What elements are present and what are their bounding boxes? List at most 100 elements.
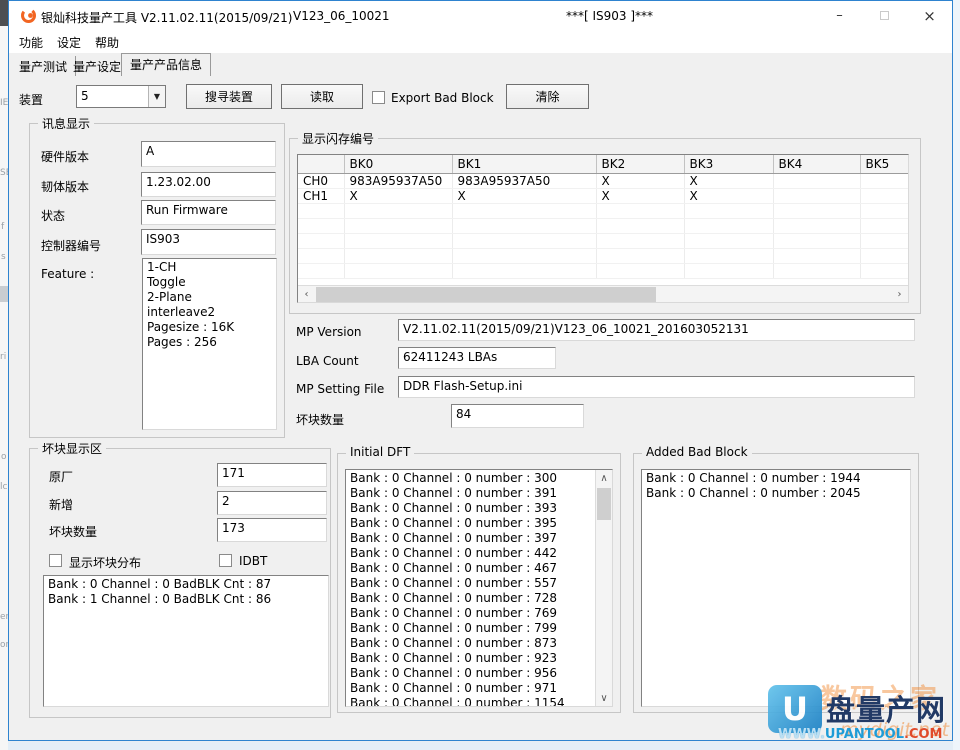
flash-cell: X — [452, 188, 596, 203]
flash-col-header[interactable]: BK1 — [452, 155, 596, 173]
total-bad-field[interactable]: 173 — [217, 518, 327, 542]
flash-col-header[interactable]: BK5 — [860, 155, 908, 173]
flash-col-header[interactable]: BK0 — [344, 155, 452, 173]
dft-item[interactable]: Bank : 0 Channel : 0 number : 397 — [350, 531, 594, 546]
menu-settings[interactable]: 设定 — [57, 34, 81, 51]
bad-block-list-item[interactable]: Bank : 0 Channel : 0 BadBLK Cnt : 87 — [48, 577, 328, 592]
background-window-fragment: or — [0, 640, 8, 650]
flash-id-group-title: 显示闪存编号 — [298, 130, 378, 147]
scroll-right-icon[interactable]: › — [891, 286, 908, 303]
hw-version-field[interactable]: A — [141, 141, 276, 167]
controller-id-field[interactable]: IS903 — [141, 229, 276, 255]
search-device-button[interactable]: 搜寻装置 — [186, 84, 272, 109]
flash-cell: 983A95937A50 — [344, 173, 452, 188]
new-bad-label: 新增 — [49, 496, 73, 513]
added-bad-block-item[interactable]: Bank : 0 Channel : 0 number : 2045 — [646, 486, 910, 501]
bad-block-area-title: 坏块显示区 — [38, 440, 106, 457]
feature-line: Toggle — [147, 275, 276, 290]
flash-h-scrollbar[interactable]: ‹ › — [298, 285, 908, 302]
flash-cell: X — [684, 188, 773, 203]
window-title-controller: ***[ IS903 ]*** — [566, 9, 653, 23]
factory-bad-label: 原厂 — [49, 468, 73, 485]
menu-help[interactable]: 帮助 — [95, 34, 119, 51]
dft-item[interactable]: Bank : 0 Channel : 0 number : 956 — [350, 666, 594, 681]
clear-button[interactable]: 清除 — [506, 84, 589, 109]
read-button[interactable]: 读取 — [281, 84, 363, 109]
dft-item[interactable]: Bank : 0 Channel : 0 number : 442 — [350, 546, 594, 561]
new-bad-field[interactable]: 2 — [217, 491, 327, 515]
background-window-fragment: o — [1, 452, 7, 462]
dft-item[interactable]: Bank : 0 Channel : 0 number : 393 — [350, 501, 594, 516]
flash-id-table: BK0 BK1 BK2 BK3 BK4 BK5 CH0 983A95937A50… — [298, 155, 909, 279]
dft-item[interactable]: Bank : 0 Channel : 0 number : 395 — [350, 516, 594, 531]
feature-list[interactable]: 1-CH Toggle 2-Plane interleave2 Pagesize… — [142, 258, 277, 430]
controller-id-label: 控制器编号 — [41, 237, 101, 254]
dft-item[interactable]: Bank : 0 Channel : 0 number : 971 — [350, 681, 594, 696]
bad-block-list-item[interactable]: Bank : 1 Channel : 0 BadBLK Cnt : 86 — [48, 592, 328, 607]
dft-item[interactable]: Bank : 0 Channel : 0 number : 923 — [350, 651, 594, 666]
mp-version-field[interactable]: V2.11.02.11(2015/09/21)V123_06_10021_201… — [398, 319, 915, 341]
bad-block-count-field[interactable]: 84 — [451, 404, 584, 428]
idbt-label: IDBT — [239, 554, 267, 568]
export-bad-block-label: Export Bad Block — [391, 91, 494, 105]
flash-table-empty-row — [298, 233, 908, 248]
background-bottom-strip — [8, 742, 953, 750]
dft-v-scrollbar[interactable]: ∧ ∨ — [595, 470, 612, 706]
flash-cell — [773, 173, 860, 188]
scroll-left-icon[interactable]: ‹ — [298, 286, 315, 303]
hw-version-label: 硬件版本 — [41, 148, 89, 165]
show-bad-block-distribution-checkbox[interactable] — [49, 554, 62, 567]
bad-block-list[interactable]: Bank : 0 Channel : 0 BadBLK Cnt : 87 Ban… — [43, 575, 329, 707]
flash-col-header[interactable]: BK4 — [773, 155, 860, 173]
fw-version-label: 韧体版本 — [41, 178, 89, 195]
device-select[interactable]: 5 ▼ — [76, 85, 166, 108]
status-field[interactable]: Run Firmware — [141, 200, 276, 225]
export-bad-block-checkbox[interactable] — [372, 91, 385, 104]
dft-item[interactable]: Bank : 0 Channel : 0 number : 557 — [350, 576, 594, 591]
mp-setting-file-field[interactable]: DDR Flash-Setup.ini — [398, 376, 915, 398]
dft-item[interactable]: Bank : 0 Channel : 0 number : 728 — [350, 591, 594, 606]
mp-version-label: MP Version — [296, 325, 362, 339]
flash-row-label: CH0 — [298, 173, 344, 188]
dft-item[interactable]: Bank : 0 Channel : 0 number : 799 — [350, 621, 594, 636]
scroll-up-icon[interactable]: ∧ — [596, 470, 612, 486]
flash-table-row-ch1[interactable]: CH1 X X X X — [298, 188, 908, 203]
dft-item[interactable]: Bank : 0 Channel : 0 number : 769 — [350, 606, 594, 621]
menu-function[interactable]: 功能 — [19, 34, 43, 51]
initial-dft-list[interactable]: Bank : 0 Channel : 0 number : 300 Bank :… — [345, 469, 613, 707]
flash-table-empty-row — [298, 218, 908, 233]
flash-cell: 983A95937A50 — [452, 173, 596, 188]
flash-col-header[interactable]: BK2 — [596, 155, 684, 173]
dft-item[interactable]: Bank : 0 Channel : 0 number : 391 — [350, 486, 594, 501]
dft-item[interactable]: Bank : 0 Channel : 0 number : 1154 — [350, 696, 594, 707]
idbt-checkbox[interactable] — [219, 554, 232, 567]
v-scroll-thumb[interactable] — [597, 488, 611, 520]
added-bad-block-list[interactable]: Bank : 0 Channel : 0 number : 1944 Bank … — [641, 469, 911, 707]
background-window-fragment: er — [0, 612, 8, 622]
feature-label: Feature : — [41, 267, 94, 281]
chevron-down-icon[interactable]: ▼ — [148, 86, 165, 107]
flash-col-header[interactable]: BK3 — [684, 155, 773, 173]
feature-line: interleave2 — [147, 305, 276, 320]
added-bad-block-item[interactable]: Bank : 0 Channel : 0 number : 1944 — [646, 471, 910, 486]
tab-mp-product-info[interactable]: 量产产品信息 — [121, 53, 211, 76]
titlebar[interactable]: 银灿科技量产工具 V2.11.02.11(2015/09/21) V123_06… — [9, 1, 952, 30]
background-window-fragment — [0, 286, 8, 302]
flash-table-row-ch0[interactable]: CH0 983A95937A50 983A95937A50 X X — [298, 173, 908, 188]
dft-item[interactable]: Bank : 0 Channel : 0 number : 300 — [350, 471, 594, 486]
lba-count-field[interactable]: 62411243 LBAs — [398, 347, 556, 369]
flash-col-header[interactable] — [298, 155, 344, 173]
h-scroll-thumb[interactable] — [316, 287, 656, 302]
maximize-button[interactable] — [862, 1, 907, 30]
fw-version-field[interactable]: 1.23.02.00 — [141, 172, 276, 197]
background-window-fragment: SE — [0, 168, 8, 178]
scroll-down-icon[interactable]: ∨ — [596, 690, 612, 706]
factory-bad-field[interactable]: 171 — [217, 463, 327, 487]
dft-item[interactable]: Bank : 0 Channel : 0 number : 873 — [350, 636, 594, 651]
flash-table-empty-row — [298, 263, 908, 278]
mp-setting-file-label: MP Setting File — [296, 382, 384, 396]
dft-item[interactable]: Bank : 0 Channel : 0 number : 467 — [350, 561, 594, 576]
minimize-button[interactable]: – — [817, 1, 862, 30]
close-button[interactable]: × — [907, 1, 952, 30]
background-window-fragment: IE — [0, 98, 8, 108]
